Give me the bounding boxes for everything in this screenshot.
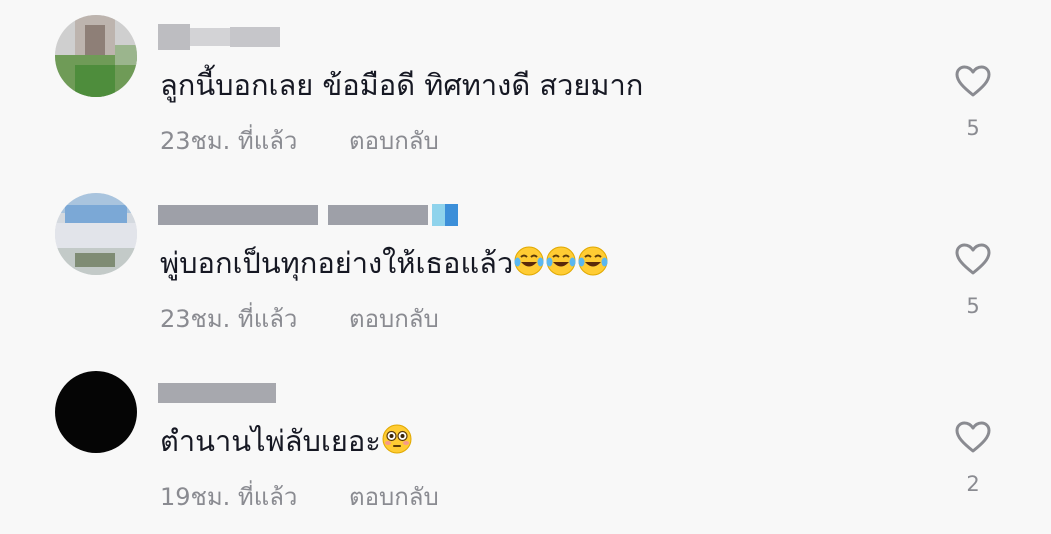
heart-outline-icon (955, 243, 991, 275)
comment-time: 23ชม. ที่แล้ว (160, 305, 298, 333)
comment-text: ตำนานไพ่ลับเยอะ (160, 421, 413, 461)
comment-meta: 19ชม. ที่แล้ว ตอบกลับ (160, 481, 439, 513)
like-button[interactable] (954, 418, 992, 456)
username-blurred[interactable] (158, 22, 280, 52)
avatar[interactable] (55, 15, 137, 97)
comment-meta: 23ชม. ที่แล้ว ตอบกลับ (160, 125, 439, 157)
flushed-emoji (382, 424, 412, 454)
comment-time: 23ชม. ที่แล้ว (160, 127, 298, 155)
laughing-crying-emoji (578, 246, 608, 276)
laughing-crying-emoji (514, 246, 544, 276)
like-count: 5 (966, 116, 980, 140)
laughing-crying-emoji (546, 246, 576, 276)
comment-text-content: ลูกนี้บอกเลย ข้อมือดี ทิศทางดี สวยมาก (160, 68, 644, 102)
like-count: 2 (966, 472, 980, 496)
like-button[interactable] (954, 62, 992, 100)
avatar[interactable] (55, 371, 137, 453)
comment-text-content: พู่บอกเป็นทุกอย่างให้เธอแล้ว (160, 246, 514, 280)
comment-text: พู่บอกเป็นทุกอย่างให้เธอแล้ว (160, 243, 609, 283)
avatar[interactable] (55, 193, 137, 275)
username-blurred[interactable] (158, 378, 276, 408)
heart-outline-icon (955, 65, 991, 97)
heart-outline-icon (955, 421, 991, 453)
reply-button[interactable]: ตอบกลับ (349, 305, 439, 333)
comment-text-content: ตำนานไพ่ลับเยอะ (160, 424, 381, 458)
verified-badge-icon (432, 204, 458, 226)
reply-button[interactable]: ตอบกลับ (349, 127, 439, 155)
comment-time: 19ชม. ที่แล้ว (160, 483, 298, 511)
username-blurred[interactable] (158, 200, 458, 230)
comment-item: ลูกนี้บอกเลย ข้อมือดี ทิศทางดี สวยมาก 23… (0, 0, 1051, 178)
comment-item: ตำนานไพ่ลับเยอะ 19ชม. ที่แล้ว ตอบกลับ 2 (0, 356, 1051, 534)
comment-item: พู่บอกเป็นทุกอย่างให้เธอแล้ว 23ชม. ที่แล… (0, 178, 1051, 356)
comment-meta: 23ชม. ที่แล้ว ตอบกลับ (160, 303, 439, 335)
like-count: 5 (966, 294, 980, 318)
like-button[interactable] (954, 240, 992, 278)
reply-button[interactable]: ตอบกลับ (349, 483, 439, 511)
comment-text: ลูกนี้บอกเลย ข้อมือดี ทิศทางดี สวยมาก (160, 65, 643, 105)
